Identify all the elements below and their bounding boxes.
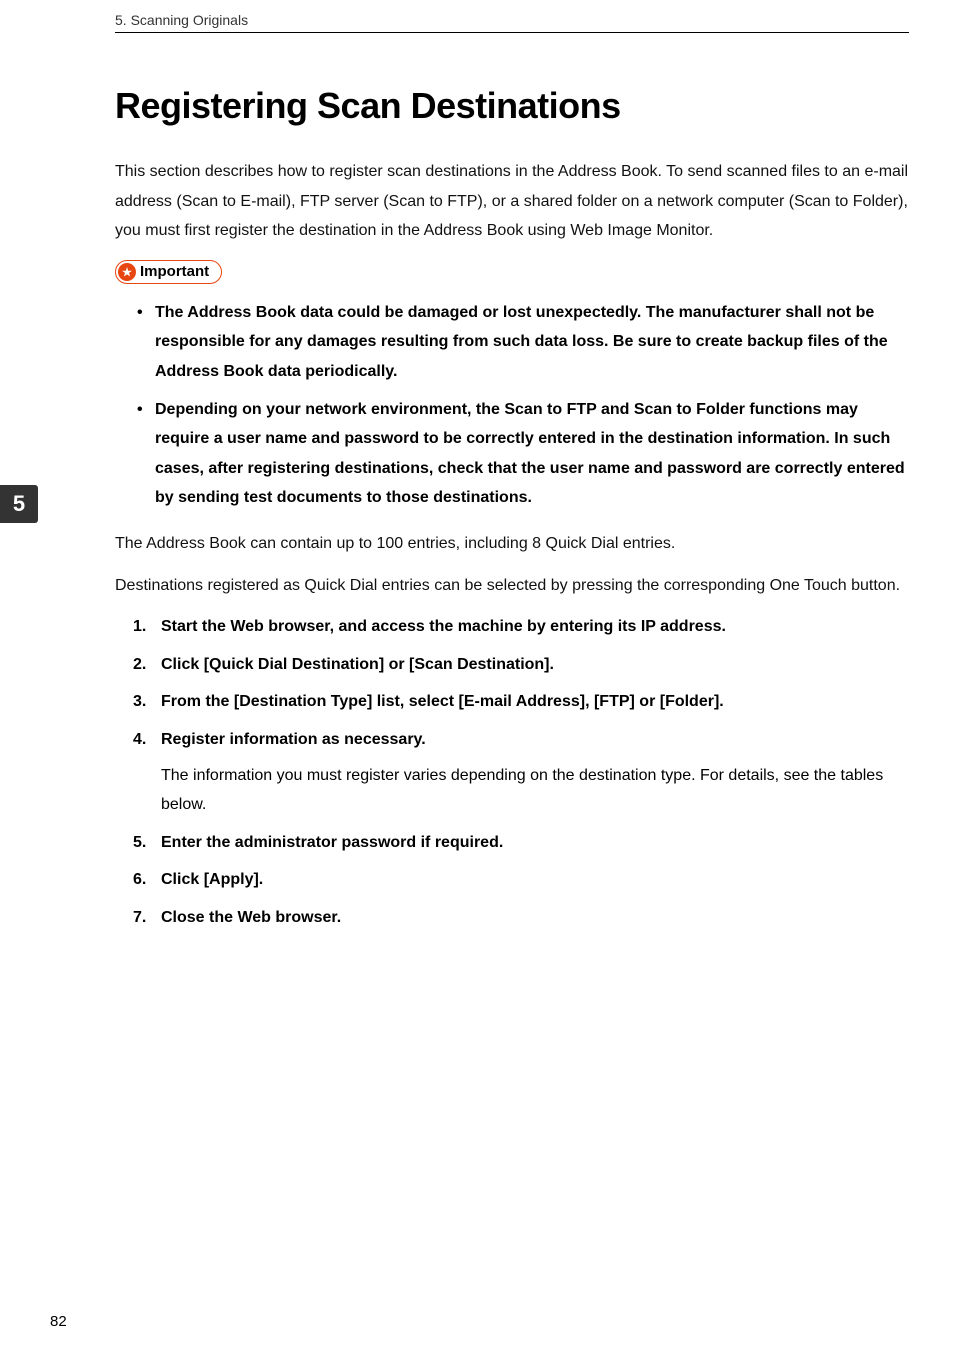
step-title: Click [Quick Dial Destination] or [Scan … [161,650,909,680]
step-item: Start the Web browser, and access the ma… [115,612,909,642]
step-item: Click [Quick Dial Destination] or [Scan … [115,650,909,680]
chapter-tab-number: 5 [13,491,25,517]
chapter-tab: 5 [0,485,38,523]
page-title: Registering Scan Destinations [115,85,909,127]
important-bullet-list: The Address Book data could be damaged o… [115,298,909,513]
important-bullet-item: Depending on your network environment, t… [115,395,909,513]
step-item: From the [Destination Type] list, select… [115,687,909,717]
body-paragraph: The Address Book can contain up to 100 e… [115,529,909,559]
page-number: 82 [50,1313,67,1330]
intro-paragraph: This section describes how to register s… [115,157,909,246]
step-note: The information you must register varies… [161,761,909,820]
steps-list: Start the Web browser, and access the ma… [115,612,909,932]
step-title: Enter the administrator password if requ… [161,828,909,858]
main-content: Registering Scan Destinations This secti… [115,85,909,932]
header-chapter: 5. Scanning Originals [115,12,909,28]
important-bullet-item: The Address Book data could be damaged o… [115,298,909,387]
important-badge: Important [115,260,222,284]
header-divider [115,32,909,33]
step-item: Click [Apply]. [115,865,909,895]
step-title: From the [Destination Type] list, select… [161,687,909,717]
body-paragraph: Destinations registered as Quick Dial en… [115,571,909,601]
step-item: Enter the administrator password if requ… [115,828,909,858]
step-title: Click [Apply]. [161,865,909,895]
star-icon [118,263,136,281]
step-item: Register information as necessary. The i… [115,725,909,820]
step-title: Register information as necessary. [161,725,909,755]
step-item: Close the Web browser. [115,903,909,933]
step-title: Close the Web browser. [161,903,909,933]
important-label: Important [140,263,209,280]
step-title: Start the Web browser, and access the ma… [161,612,909,642]
